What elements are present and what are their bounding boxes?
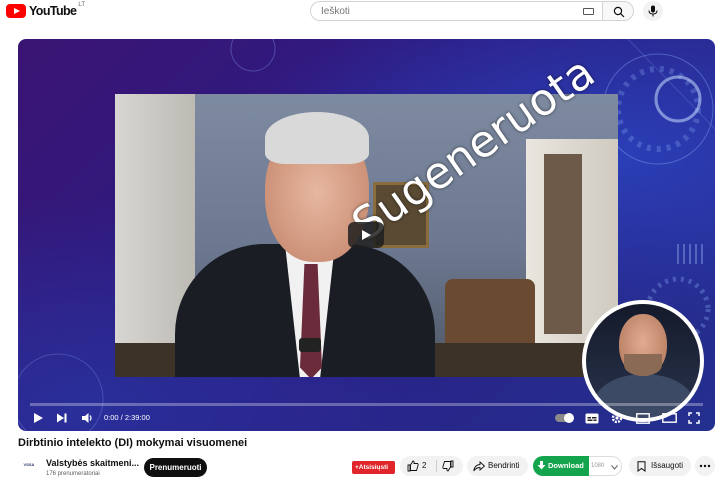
doorway — [544, 154, 582, 334]
like-dislike-group: 2 — [400, 456, 463, 476]
download-button[interactable]: Download — [533, 456, 589, 476]
youtube-logo[interactable]: YouTube LT — [6, 2, 85, 18]
dislike-icon[interactable] — [442, 460, 454, 472]
save-button[interactable]: Išsaugoti — [629, 456, 691, 476]
extension-download-button[interactable]: +Atsisiųsti — [352, 461, 395, 474]
channel-avatar[interactable]: VSSA — [18, 458, 40, 476]
channel-logo-text: VSSA — [23, 462, 35, 467]
center-play-button[interactable] — [348, 222, 384, 248]
bookmark-icon — [637, 461, 646, 472]
download-label: Download — [548, 461, 584, 470]
country-code: LT — [78, 2, 85, 8]
subscribe-button[interactable]: Prenumeruoti — [144, 458, 207, 477]
lapel-mic — [299, 338, 321, 352]
speaker-hair — [265, 112, 369, 164]
fullscreen-icon[interactable] — [688, 412, 700, 424]
more-horizontal-icon — [699, 464, 711, 468]
quality-select[interactable]: 1080 — [589, 456, 622, 476]
quality-label: 1080 — [591, 463, 605, 469]
settings-icon[interactable] — [611, 412, 623, 424]
next-icon[interactable] — [56, 412, 68, 424]
voice-search-button[interactable] — [643, 1, 663, 21]
search-icon — [613, 6, 625, 17]
autoplay-toggle[interactable] — [555, 413, 574, 423]
subtitles-icon[interactable] — [585, 413, 599, 424]
download-icon — [537, 461, 546, 470]
play-icon[interactable] — [32, 412, 44, 424]
more-actions-button[interactable] — [695, 456, 715, 476]
like-count: 2 — [422, 461, 427, 470]
video-player[interactable]: Sugeneruota 0:00 / 2:39:00 — [18, 39, 715, 431]
search-input[interactable]: Ieškoti — [310, 1, 602, 21]
like-divider — [436, 460, 437, 472]
save-label: Išsaugoti — [651, 461, 684, 470]
volume-icon[interactable] — [81, 412, 94, 424]
subscriber-count: 176 prenumeratoriai — [46, 471, 100, 477]
share-button[interactable]: Bendrinti — [467, 456, 528, 476]
time-display: 0:00 / 2:39:00 — [104, 413, 150, 422]
search-placeholder: Ieškoti — [321, 6, 350, 17]
extension-download-label: +Atsisiųsti — [355, 464, 389, 471]
chevron-down-icon — [611, 465, 618, 470]
search-button[interactable] — [602, 1, 634, 21]
presenter-beard — [624, 354, 662, 376]
logo-text: YouTube — [29, 4, 77, 18]
share-label: Bendrinti — [488, 461, 520, 470]
share-icon — [473, 461, 485, 472]
youtube-logo-icon — [6, 4, 26, 18]
player-controls: 0:00 / 2:39:00 — [18, 406, 715, 431]
like-icon[interactable] — [407, 460, 419, 472]
theater-icon[interactable] — [662, 413, 677, 423]
video-title: Dirbtinio intelekto (DI) mokymai visuome… — [18, 437, 248, 449]
microphone-icon — [648, 5, 658, 17]
keyboard-icon[interactable] — [583, 8, 594, 15]
miniplayer-icon[interactable] — [636, 413, 650, 424]
top-bar: YouTube LT Ieškoti — [0, 0, 720, 24]
chair — [445, 279, 535, 349]
channel-name[interactable]: Valstybės skaitmeni... — [46, 458, 139, 468]
